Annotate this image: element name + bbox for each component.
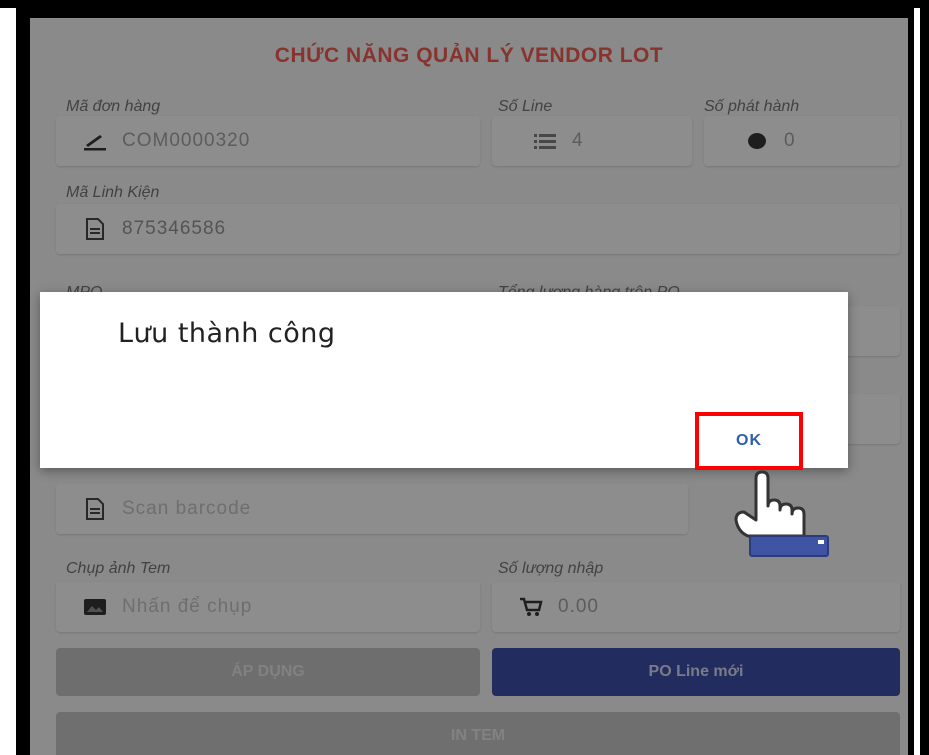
dialog-message: Lưu thành công [118, 318, 336, 349]
pointing-hand-icon [728, 470, 838, 560]
right-border [920, 8, 929, 755]
ok-label: OK [736, 432, 762, 449]
ok-button[interactable]: OK [695, 412, 803, 470]
top-border [0, 0, 929, 8]
left-margin [0, 8, 16, 755]
